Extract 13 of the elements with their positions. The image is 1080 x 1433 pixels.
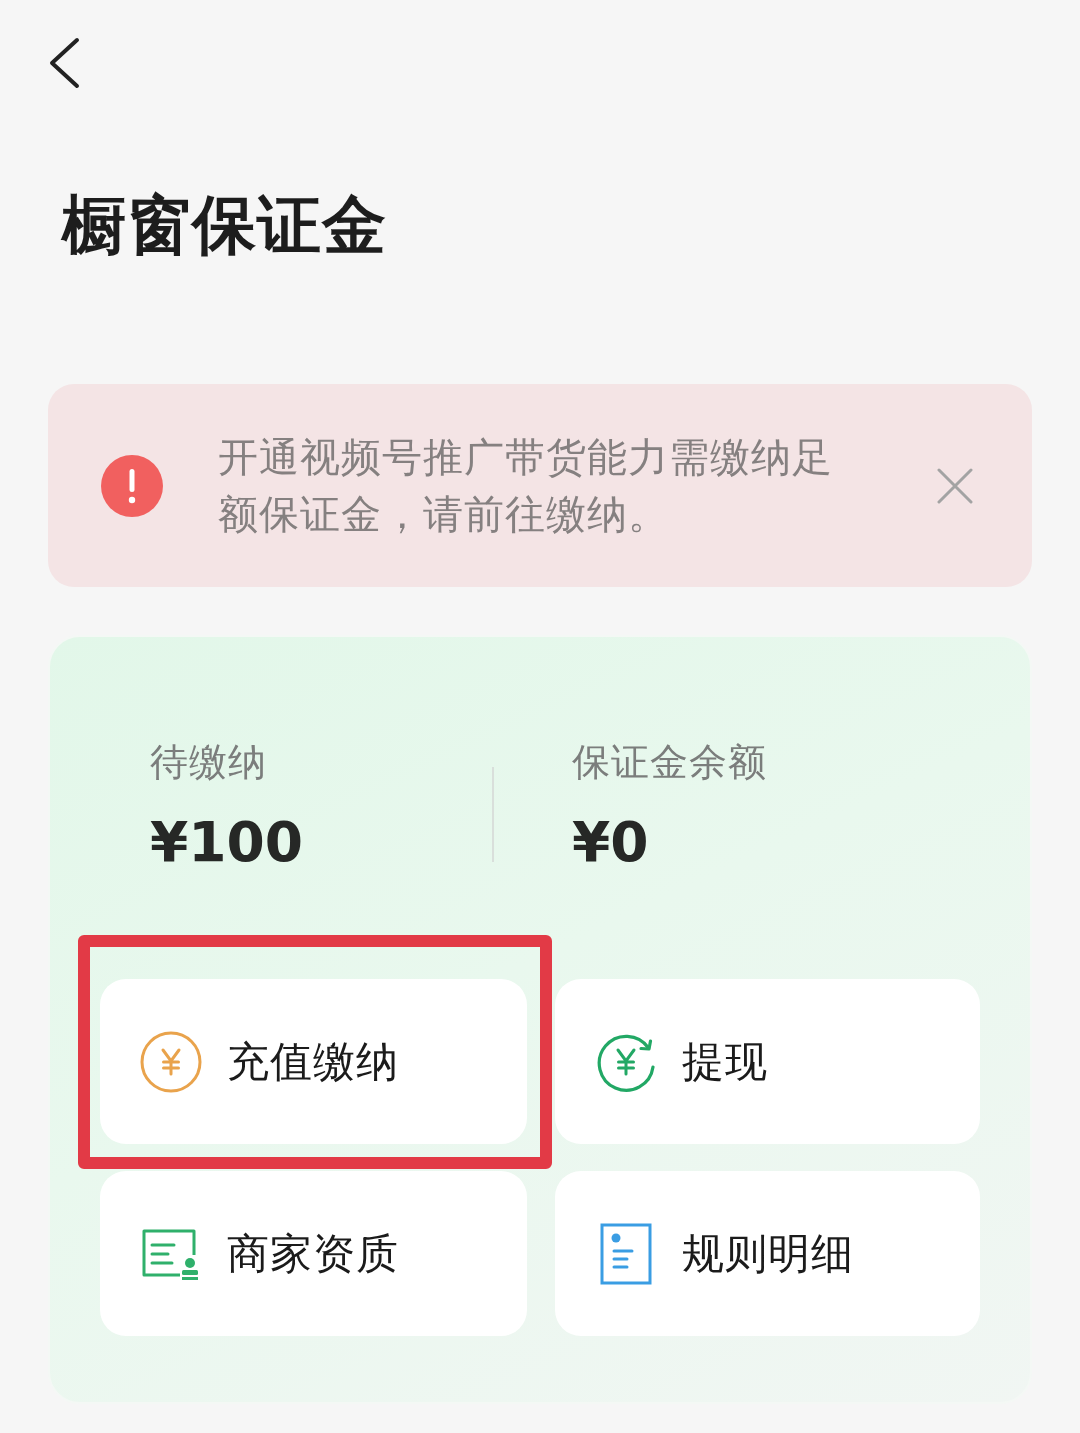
back-button[interactable] xyxy=(48,36,82,90)
action-tile[interactable]: 充值缴纳 xyxy=(100,979,527,1144)
stat-amount: ¥100 xyxy=(150,809,304,876)
alert-message: 开通视频号推广带货能力需缴纳足额保证金，请前往缴纳。 xyxy=(218,432,834,539)
action-tile[interactable]: 提现 xyxy=(555,979,980,1144)
yen-coin-icon xyxy=(140,1030,202,1093)
exclamation-icon xyxy=(101,454,163,517)
stat-amount: ¥0 xyxy=(572,809,649,876)
stat-label: 保证金余额 xyxy=(572,739,767,785)
action-tile[interactable]: 商家资质 xyxy=(100,1171,527,1336)
action-tile[interactable]: 规则明细 xyxy=(555,1171,980,1336)
stat-label: 待缴纳 xyxy=(150,739,267,785)
page-title: 橱窗保证金 xyxy=(62,187,387,264)
